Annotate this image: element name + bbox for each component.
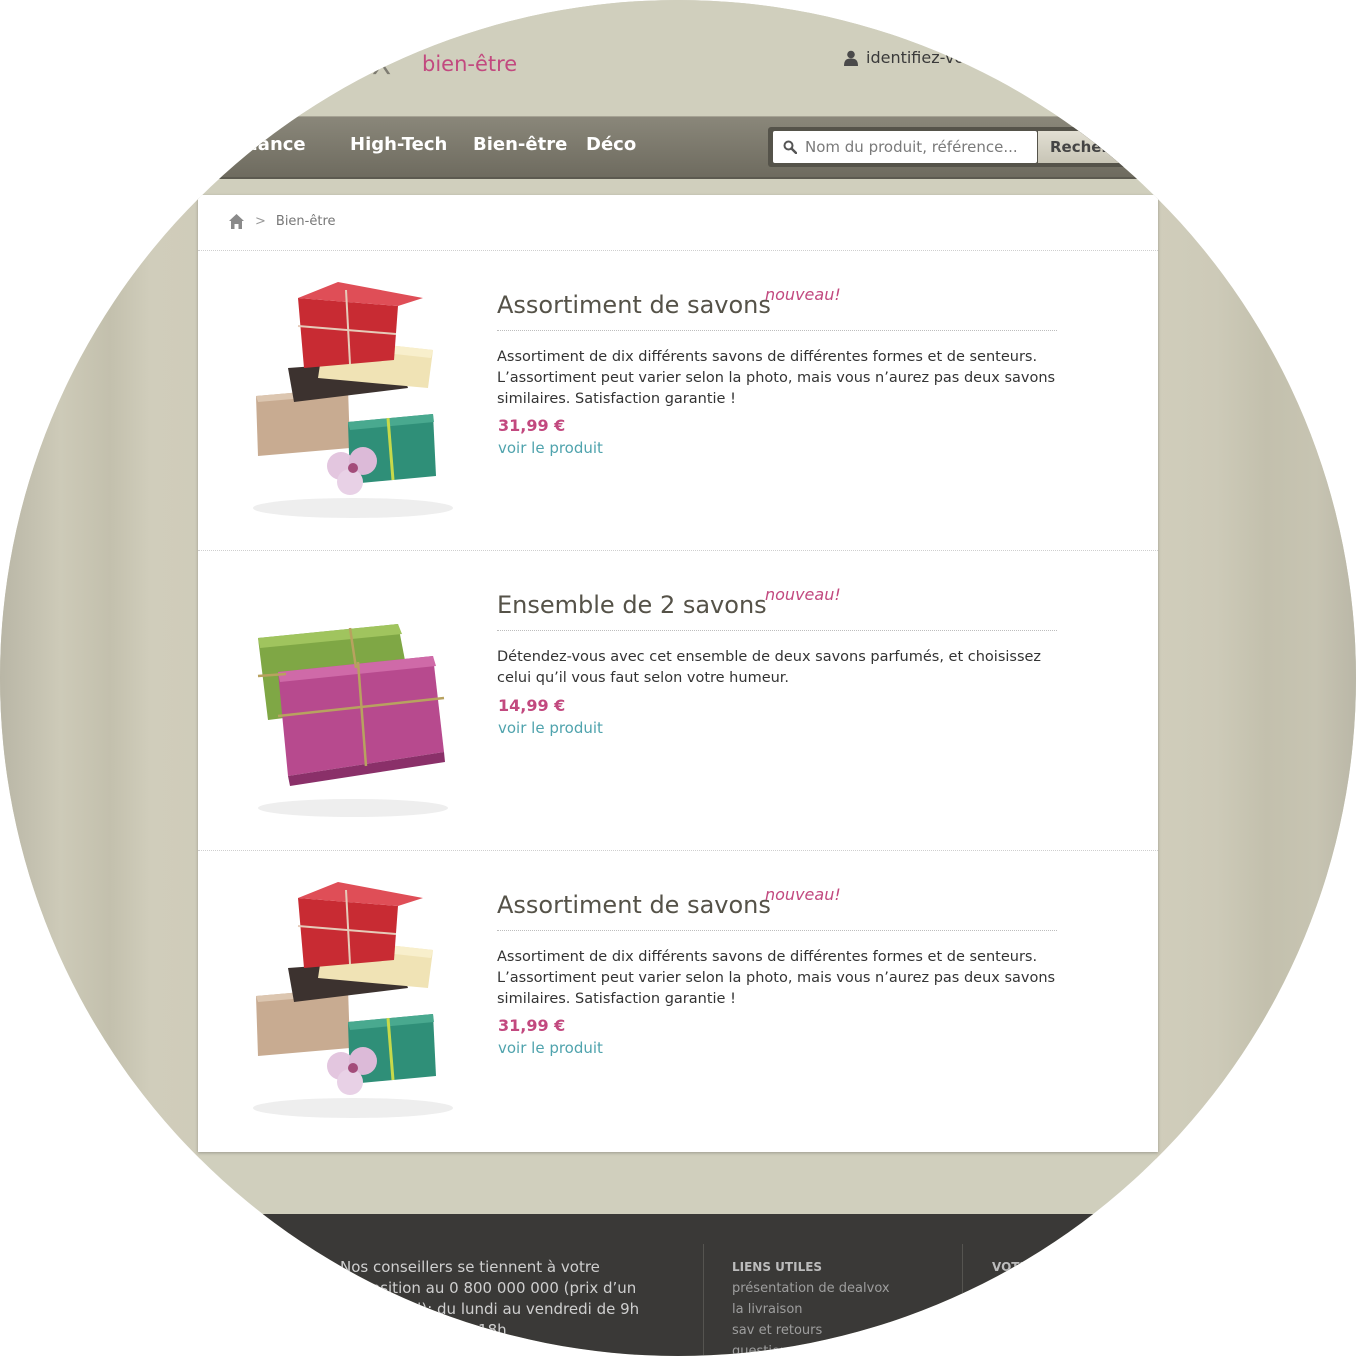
view-product-link[interactable]: voir le produit (498, 439, 603, 457)
home-icon[interactable] (228, 213, 245, 230)
nav-item-tendance[interactable]: Tendance (210, 134, 306, 155)
search-icon (783, 140, 797, 154)
footer-link[interactable]: questions (732, 1344, 795, 1356)
login-label: identifiez-vous (866, 48, 983, 67)
divider (497, 630, 1057, 631)
new-badge: nouveau! (765, 885, 841, 904)
nav-item-high-tech[interactable]: High-Tech (350, 134, 447, 155)
main-nav: Tendance High-Tech Bien-être Déco Recher… (0, 116, 1356, 179)
product-item: Ensemble de 2 savons nouveau! Détendez-v… (198, 551, 1158, 851)
footer-link[interactable]: présentation de dealvox (732, 1281, 890, 1296)
user-icon (844, 50, 858, 66)
wood-background-left (0, 190, 200, 1220)
footer-contact-text: Nos conseillers se tiennent à votre disp… (340, 1258, 640, 1339)
footer-link[interactable]: la livraison (732, 1302, 803, 1317)
breadcrumb-current: Bien-être (275, 214, 336, 229)
new-badge: nouveau! (765, 285, 841, 304)
breadcrumb: > Bien-être (228, 213, 336, 230)
divider (497, 330, 1057, 331)
search-input[interactable] (803, 137, 1027, 157)
footer: Nos conseillers se tiennent à votre disp… (0, 1214, 1356, 1356)
divider (962, 1244, 963, 1356)
viewport-circle: X bien-être identifiez-vous Tendance Hig… (0, 0, 1356, 1356)
brand-logo[interactable]: X (372, 48, 391, 81)
product-image[interactable] (238, 576, 468, 826)
new-badge: nouveau! (765, 585, 841, 604)
product-price: 31,99 € (498, 416, 566, 435)
product-description: Assortiment de dix différents savons de … (497, 349, 1056, 407)
login-link[interactable]: identifiez-vous (844, 48, 983, 67)
footer-account-heading: VOTRE COMPTE (992, 1260, 1098, 1274)
category-label: bien-être (422, 52, 518, 76)
product-description: Assortiment de dix différents savons de … (497, 949, 1056, 1007)
divider (497, 930, 1057, 931)
product-title[interactable]: Assortiment de savons (497, 291, 771, 319)
top-header: X bien-être identifiez-vous (0, 0, 1356, 116)
product-list-panel: > Bien-être Assortiment de savons nouvea… (198, 195, 1158, 1152)
product-item: Assortiment de savons nouveau! Assortime… (198, 251, 1158, 551)
breadcrumb-separator: > (255, 214, 266, 229)
divider (703, 1244, 704, 1356)
view-product-link[interactable]: voir le produit (498, 1039, 603, 1057)
product-image[interactable] (238, 276, 468, 526)
product-item: Assortiment de savons nouveau! Assortime… (198, 851, 1158, 1151)
footer-link[interactable]: sav et retours (732, 1323, 822, 1338)
product-description: Détendez-vous avec cet ensemble de deux … (497, 649, 1042, 686)
search-bar: Rechercher (768, 127, 1148, 167)
product-price: 31,99 € (498, 1016, 566, 1035)
view-product-link[interactable]: voir le produit (498, 719, 603, 737)
search-button[interactable]: Rechercher (1038, 131, 1148, 163)
product-image[interactable] (238, 876, 468, 1126)
nav-item-deco[interactable]: Déco (586, 134, 636, 155)
nav-item-bien-etre[interactable]: Bien-être (473, 134, 567, 155)
product-price: 14,99 € (498, 696, 566, 715)
product-title[interactable]: Ensemble de 2 savons (497, 591, 767, 619)
product-title[interactable]: Assortiment de savons (497, 891, 771, 919)
wood-background-right (1156, 190, 1356, 1220)
search-field (773, 131, 1037, 163)
footer-links-heading: LIENS UTILES (732, 1260, 823, 1274)
